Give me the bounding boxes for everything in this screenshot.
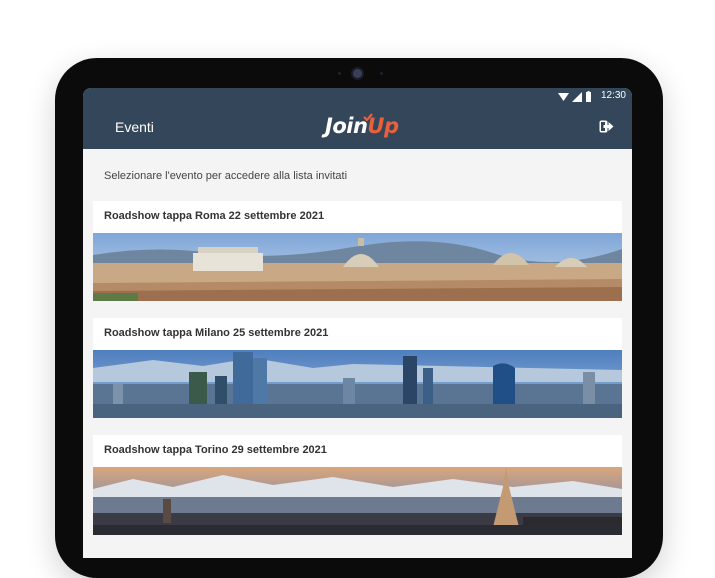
- sensor-dot: [338, 72, 341, 75]
- battery-icon: [586, 91, 591, 102]
- signal-icon: [572, 91, 582, 102]
- status-time: 12:30: [600, 90, 626, 101]
- event-card-milano[interactable]: Roadshow tappa Milano 25 settembre 2021: [93, 318, 622, 418]
- logout-icon: [599, 120, 614, 133]
- page-title: Eventi: [115, 119, 154, 135]
- front-camera: [353, 69, 362, 78]
- milan-skyline-image: [93, 350, 622, 418]
- rome-skyline-image: [93, 233, 622, 301]
- event-title: Roadshow tappa Torino 29 settembre 2021: [104, 444, 327, 456]
- event-card-torino[interactable]: Roadshow tappa Torino 29 settembre 2021: [93, 435, 622, 535]
- status-icons: [558, 91, 592, 102]
- instructions-text: Selezionare l'evento per accedere alla l…: [104, 170, 348, 182]
- turin-skyline-image: [93, 467, 622, 535]
- app-bar: Eventi JoinUp: [83, 105, 632, 149]
- wifi-icon: [558, 92, 569, 101]
- logo-join: Join: [325, 114, 368, 138]
- sensor-dot: [380, 72, 383, 75]
- status-bar: 12:30: [83, 88, 632, 105]
- logo-check-icon: [363, 113, 373, 121]
- logout-button[interactable]: [599, 120, 614, 138]
- event-title: Roadshow tappa Roma 22 settembre 2021: [104, 210, 325, 222]
- event-title: Roadshow tappa Milano 25 settembre 2021: [104, 327, 329, 339]
- event-card-roma[interactable]: Roadshow tappa Roma 22 settembre 2021: [93, 201, 622, 301]
- joinup-logo: JoinUp: [325, 113, 399, 142]
- app-screen: 12:30 Eventi JoinUp Selezionare l'evento…: [83, 88, 632, 558]
